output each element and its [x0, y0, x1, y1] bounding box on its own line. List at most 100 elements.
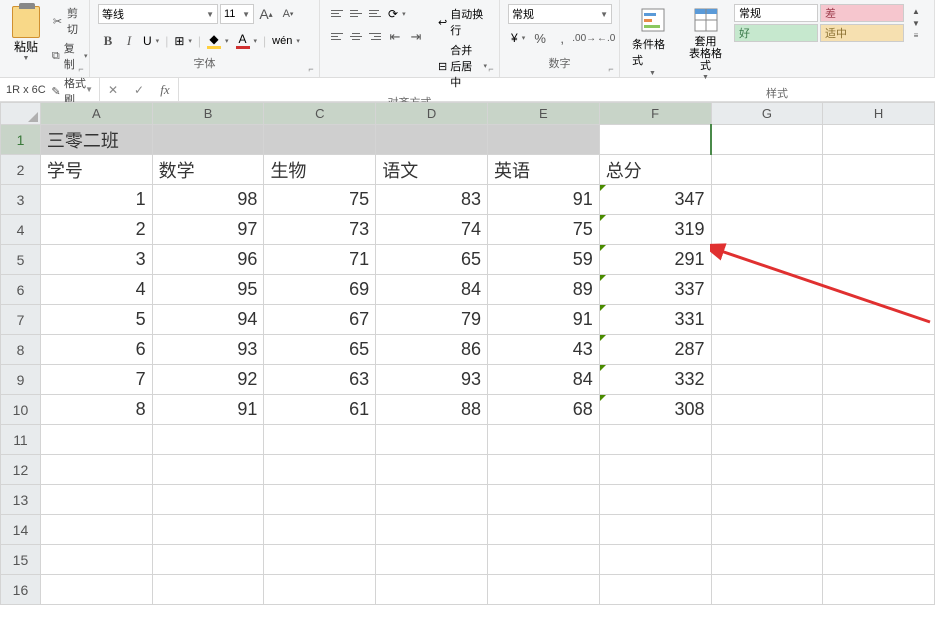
- cell[interactable]: 2: [40, 215, 152, 245]
- cell[interactable]: [711, 455, 823, 485]
- cell[interactable]: 68: [487, 395, 599, 425]
- cell[interactable]: 8: [40, 395, 152, 425]
- cell[interactable]: 319: [599, 215, 711, 245]
- cell[interactable]: [599, 455, 711, 485]
- conditional-format-button[interactable]: 条件格式▼: [628, 4, 677, 79]
- cell[interactable]: [376, 515, 488, 545]
- cell[interactable]: 71: [264, 245, 376, 275]
- cell[interactable]: 337: [599, 275, 711, 305]
- cell[interactable]: [823, 215, 935, 245]
- cell[interactable]: 308: [599, 395, 711, 425]
- cell[interactable]: [711, 425, 823, 455]
- column-header[interactable]: H: [823, 103, 935, 125]
- cell[interactable]: 93: [152, 335, 264, 365]
- spreadsheet-grid[interactable]: ABCDEFGH1三零二班2学号数学生物语文英语总分31987583913474…: [0, 102, 935, 637]
- cell[interactable]: 4: [40, 275, 152, 305]
- format-as-table-button[interactable]: 套用 表格格式▼: [681, 4, 730, 83]
- cell[interactable]: [40, 575, 152, 605]
- decrease-font-button[interactable]: A▾: [278, 4, 298, 24]
- cell[interactable]: [599, 575, 711, 605]
- increase-indent-button[interactable]: ⇥: [406, 27, 426, 47]
- cell[interactable]: [152, 485, 264, 515]
- cell-style-bad[interactable]: 差: [820, 4, 904, 22]
- merge-center-button[interactable]: ⊟合并后居中▾: [434, 40, 491, 92]
- column-header[interactable]: G: [711, 103, 823, 125]
- column-header[interactable]: F: [599, 103, 711, 125]
- cell[interactable]: 91: [487, 185, 599, 215]
- cell[interactable]: 74: [376, 215, 488, 245]
- styles-scroll-up[interactable]: ▲: [906, 5, 926, 17]
- decrease-indent-button[interactable]: ⇤: [385, 27, 405, 47]
- cell[interactable]: [711, 155, 823, 185]
- cell[interactable]: [711, 485, 823, 515]
- cell[interactable]: 43: [487, 335, 599, 365]
- cell[interactable]: 95: [152, 275, 264, 305]
- cell[interactable]: [823, 485, 935, 515]
- column-header[interactable]: C: [264, 103, 376, 125]
- cell[interactable]: 347: [599, 185, 711, 215]
- cell[interactable]: [599, 515, 711, 545]
- cell[interactable]: [264, 515, 376, 545]
- paste-button[interactable]: 粘贴 ▼: [8, 4, 44, 64]
- cell[interactable]: 73: [264, 215, 376, 245]
- font-color-button[interactable]: A▾: [233, 31, 261, 51]
- cell[interactable]: [711, 365, 823, 395]
- cell[interactable]: [264, 425, 376, 455]
- clipboard-dialog-launcher[interactable]: ⌐: [75, 63, 87, 75]
- phonetic-button[interactable]: wén▾: [269, 31, 303, 51]
- row-header[interactable]: 16: [1, 575, 41, 605]
- cell[interactable]: 79: [376, 305, 488, 335]
- fill-color-button[interactable]: ◆▾: [204, 31, 232, 51]
- cell[interactable]: [599, 425, 711, 455]
- cell[interactable]: 88: [376, 395, 488, 425]
- cell[interactable]: 5: [40, 305, 152, 335]
- insert-function-button[interactable]: fx: [152, 82, 178, 98]
- underline-button[interactable]: U▾: [140, 31, 162, 51]
- cell[interactable]: [487, 455, 599, 485]
- cell[interactable]: 84: [376, 275, 488, 305]
- cell[interactable]: 96: [152, 245, 264, 275]
- cut-button[interactable]: ✂剪切: [48, 4, 91, 38]
- cell[interactable]: [711, 305, 823, 335]
- cell[interactable]: [152, 455, 264, 485]
- cell[interactable]: [823, 275, 935, 305]
- cell[interactable]: [823, 155, 935, 185]
- row-header[interactable]: 3: [1, 185, 41, 215]
- row-header[interactable]: 9: [1, 365, 41, 395]
- cell[interactable]: 61: [264, 395, 376, 425]
- percent-button[interactable]: %: [530, 28, 550, 48]
- cell[interactable]: [264, 455, 376, 485]
- cell[interactable]: [40, 545, 152, 575]
- select-all-corner[interactable]: [1, 103, 41, 125]
- cell[interactable]: [376, 125, 488, 155]
- cell-style-normal[interactable]: 常规: [734, 4, 818, 22]
- cell[interactable]: 75: [487, 215, 599, 245]
- cell[interactable]: 63: [264, 365, 376, 395]
- cell[interactable]: 331: [599, 305, 711, 335]
- cell[interactable]: [823, 455, 935, 485]
- border-button[interactable]: ⊞▾: [171, 31, 195, 51]
- cell[interactable]: [152, 545, 264, 575]
- align-left-button[interactable]: [328, 27, 346, 45]
- cell[interactable]: 98: [152, 185, 264, 215]
- cell[interactable]: [264, 545, 376, 575]
- cell[interactable]: [376, 425, 488, 455]
- cell[interactable]: [487, 575, 599, 605]
- align-bottom-button[interactable]: [366, 4, 384, 22]
- cell[interactable]: 287: [599, 335, 711, 365]
- cell[interactable]: 学号: [40, 155, 152, 185]
- wrap-text-button[interactable]: ↩自动换行: [434, 4, 491, 40]
- cell[interactable]: 89: [487, 275, 599, 305]
- row-header[interactable]: 15: [1, 545, 41, 575]
- row-header[interactable]: 2: [1, 155, 41, 185]
- row-header[interactable]: 11: [1, 425, 41, 455]
- alignment-dialog-launcher[interactable]: ⌐: [485, 63, 497, 75]
- cell[interactable]: [264, 485, 376, 515]
- cell[interactable]: 3: [40, 245, 152, 275]
- cell[interactable]: [40, 455, 152, 485]
- cell[interactable]: [711, 335, 823, 365]
- cell[interactable]: 6: [40, 335, 152, 365]
- bold-button[interactable]: B: [98, 31, 118, 51]
- cell[interactable]: [487, 515, 599, 545]
- column-header[interactable]: B: [152, 103, 264, 125]
